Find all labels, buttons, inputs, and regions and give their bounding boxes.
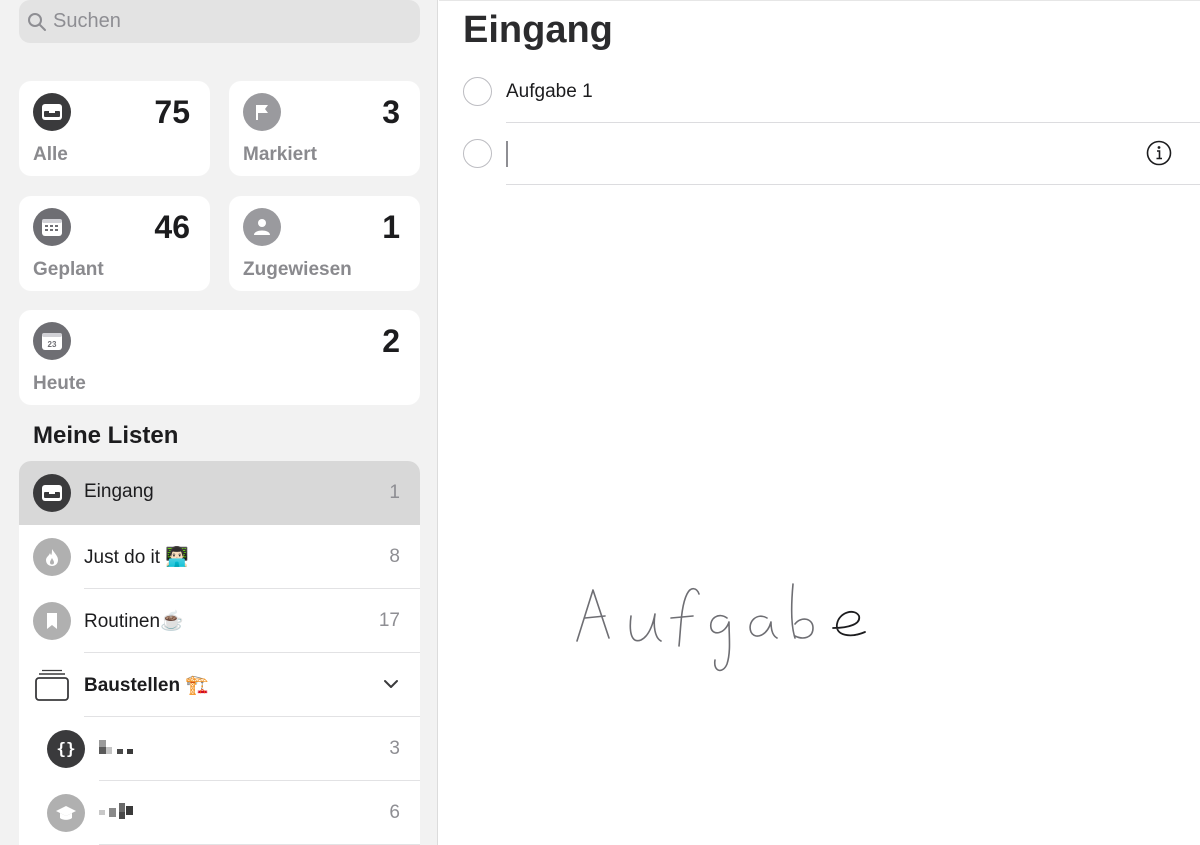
list-item-redacted-2[interactable]: 6 [19,781,420,845]
smart-list-count: 1 [382,209,400,245]
list-item-just-do-it[interactable]: Just do it 👨🏻‍💻 8 [19,525,420,589]
list-item-label: Routinen☕️ [84,611,184,632]
redacted-list-name [99,737,139,759]
smart-list-scheduled[interactable]: 46 Geplant [19,196,210,291]
smart-list-label: Geplant [33,259,104,280]
reminder-list-pane: Eingang Aufgabe 1 [439,0,1200,845]
graduation-cap-icon [47,794,85,832]
smart-list-flagged[interactable]: 3 Markiert [229,81,420,176]
my-lists-heading: Meine Listen [33,422,179,449]
smart-list-count: 75 [154,94,190,130]
smart-list-count: 2 [382,323,400,359]
tray-icon [33,93,71,131]
smart-list-label: Markiert [243,144,317,165]
list-item-label: Just do it 👨🏻‍💻 [84,547,189,568]
calendar-icon [33,208,71,246]
smart-list-all[interactable]: 75 Alle [19,81,210,176]
flame-icon [33,538,71,576]
person-icon [243,208,281,246]
task-checkbox[interactable] [463,77,492,106]
smart-list-label: Alle [33,144,68,165]
divider [506,184,1200,185]
list-item-count: 8 [389,546,400,567]
list-item-eingang[interactable]: Eingang 1 [19,461,420,525]
list-item-redacted-1[interactable]: {} 3 [19,717,420,781]
smart-list-today[interactable]: 23 2 Heute [19,310,420,405]
sidebar: 75 Alle 3 Markiert 46 Geplant 1 Zugewies… [0,0,438,845]
search-icon [28,12,46,31]
braces-icon: {} [47,730,85,768]
redacted-list-name [99,801,139,823]
handwriting-sketch [576,583,866,672]
my-lists: Eingang 1 Just do it 👨🏻‍💻 8 Routinen☕️ 1… [19,461,420,845]
list-item-label: Eingang [84,481,154,502]
info-icon[interactable] [1146,140,1172,166]
list-group-baustellen[interactable]: Baustellen 🏗️ [19,653,420,717]
new-task-input[interactable] [506,138,1106,168]
list-item-count: 6 [389,802,400,823]
list-item-routinen[interactable]: Routinen☕️ 17 [19,589,420,653]
list-item-count: 3 [389,738,400,759]
inbox-icon [33,474,71,512]
smart-list-assigned[interactable]: 1 Zugewiesen [229,196,420,291]
flag-icon [243,93,281,131]
calendar-today-icon: 23 [33,322,71,360]
new-task-row[interactable] [439,123,1200,185]
list-item-count: 1 [389,482,400,503]
svg-text:{}: {} [56,739,75,758]
task-row[interactable]: Aufgabe 1 [439,61,1200,123]
smart-list-count: 46 [154,209,190,245]
list-group-label: Baustellen 🏗️ [84,675,210,696]
search-input[interactable] [53,10,393,33]
bookmark-icon [33,602,71,640]
search-field[interactable] [19,0,420,43]
list-item-count: 17 [378,610,400,631]
page-title: Eingang [463,9,613,51]
smart-list-count: 3 [382,94,400,130]
task-checkbox[interactable] [463,139,492,168]
chevron-down-icon[interactable] [382,675,400,693]
smart-list-label: Heute [33,373,86,394]
calendar-day-number: 23 [48,340,57,349]
stack-icon [33,666,71,704]
smart-list-label: Zugewiesen [243,259,352,280]
task-title[interactable]: Aufgabe 1 [506,81,593,103]
